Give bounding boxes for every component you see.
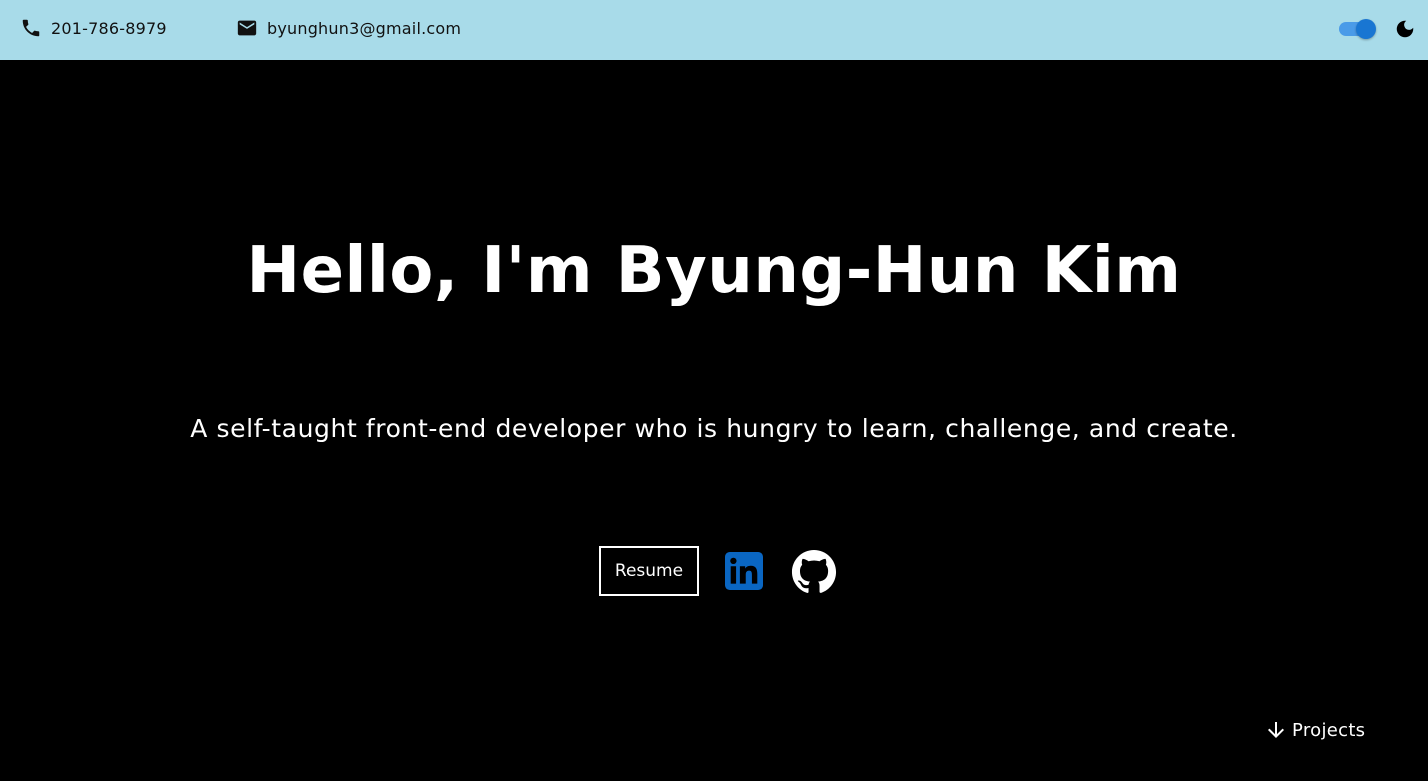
- top-contact-bar: 201-786-8979 byunghun3@gmail.com: [0, 0, 1428, 60]
- moon-icon: [1396, 20, 1414, 38]
- hero-title: Hello, I'm Byung-Hun Kim: [246, 234, 1182, 308]
- mail-icon: [237, 20, 257, 36]
- hero-subtitle: A self-taught front-end developer who is…: [190, 414, 1238, 443]
- theme-toggle[interactable]: [1339, 19, 1377, 39]
- phone-number: 201-786-8979: [51, 18, 167, 38]
- arrow-down-icon: [1268, 722, 1284, 738]
- email-address: byunghun3@gmail.com: [267, 18, 462, 38]
- resume-button[interactable]: Resume: [599, 546, 699, 596]
- projects-link[interactable]: Projects: [1264, 718, 1365, 742]
- projects-label: Projects: [1292, 719, 1366, 741]
- linkedin-icon[interactable]: [725, 552, 763, 590]
- email-contact[interactable]: byunghun3@gmail.com: [236, 17, 461, 39]
- github-icon[interactable]: [791, 549, 837, 595]
- phone-icon: [22, 19, 40, 37]
- toggle-thumb: [1356, 19, 1376, 39]
- phone-contact[interactable]: 201-786-8979: [20, 17, 167, 39]
